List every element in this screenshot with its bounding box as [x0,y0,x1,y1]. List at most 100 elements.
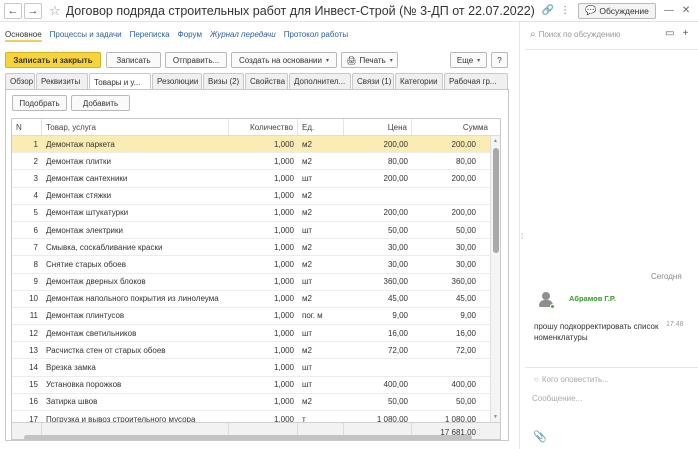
table-row[interactable]: 13 Расчистка стен от старых обоев 1,000 м2 7… [12,342,490,360]
cell-unit: м2 [302,294,312,304]
pick-button[interactable]: Подобрать [12,95,67,111]
cell-unit: шт [302,328,313,338]
save-and-close-button[interactable]: Записать и закрыть [5,52,101,68]
title-bar: ← → ☆ Договор подряда строительных работ… [0,0,698,22]
cell-n: 16 [29,397,38,407]
discussion-label: Обсуждение [599,5,649,16]
link-icon[interactable]: 🔗 [542,5,554,16]
cell-n: 10 [29,294,38,304]
tab-overview[interactable]: Обзор [5,73,35,89]
nav-processes[interactable]: Процессы и задачи [50,30,122,42]
cell-n: 5 [33,208,38,218]
tab-details[interactable]: Реквизиты [36,73,88,89]
video-call-icon[interactable]: ▭ [665,28,682,39]
table-row[interactable]: 2 Демонтаж плитки 1,000 м2 80,00 80,00 [12,153,490,171]
vertical-scrollbar[interactable]: ▲ ▼ [490,136,500,422]
message-author[interactable]: Абрамов Г.Р. [569,294,616,303]
table-row[interactable]: 14 Врезка замка 1,000 шт [12,359,490,377]
cell-price: 80,00 [387,156,408,166]
cell-sum: 360,00 [451,277,476,287]
table-row[interactable]: 10 Демонтаж напольного покрытия из линоле… [12,291,490,308]
splitter-grip-icon[interactable]: ⁞ [521,232,523,241]
scroll-down-icon[interactable]: ▼ [493,414,498,420]
column-header-unit[interactable]: Ед. [298,119,344,135]
tab-categories[interactable]: Категории [395,73,443,89]
nav-transfer-log[interactable]: Журнал передачи [210,30,276,42]
discussion-button[interactable]: 💬 Обсуждение [578,2,656,19]
print-button[interactable]: 🖨 Печать ▾ [341,52,398,68]
cell-unit: шт [302,173,313,183]
add-button[interactable]: Добавить [71,95,130,111]
favorite-star-icon[interactable]: ☆ [49,3,61,19]
tab-additional[interactable]: Дополнител... [289,73,351,89]
more-button[interactable]: Еще ▾ [450,52,487,68]
printer-icon: 🖨 [346,55,357,65]
table-row[interactable]: 3 Демонтаж сантехники 1,000 шт 200,00 200,00 [12,170,490,188]
tab-properties[interactable]: Свойства [245,73,288,89]
cell-unit: м2 [302,397,312,407]
cell-sum: 50,00 [455,397,476,407]
cell-sum: 80,00 [455,156,476,166]
cell-unit: шт [302,277,313,287]
message-input[interactable]: Сообщение... [532,394,582,403]
column-header-n[interactable]: N [12,119,42,135]
nav-main[interactable]: Основное [5,30,42,42]
table-toolbar: Подобрать Добавить [12,95,134,111]
notify-field[interactable]: ○ Кого оповестить... [534,375,609,384]
notify-placeholder: Кого оповестить... [541,375,609,384]
back-button[interactable]: ← [4,2,22,19]
create-based-on-button[interactable]: Создать на основании ▾ [231,52,337,68]
goods-services-panel: Подобрать Добавить N Товар, услуга Колич… [5,89,509,441]
table-row[interactable]: 4 Демонтаж стяжки 1,000 м2 [12,188,490,205]
tab-links[interactable]: Связи (1) [352,73,394,89]
cell-sum: 200,00 [451,139,476,149]
nav-work-protocol[interactable]: Протокол работы [284,30,348,42]
forward-button[interactable]: → [24,2,42,19]
avatar-head [542,292,550,300]
table-row[interactable]: 16 Затирка швов 1,000 м2 50,00 50,00 [12,394,490,411]
cell-sum: 30,00 [455,259,476,269]
column-header-qty[interactable]: Количество [229,119,298,135]
minimize-icon[interactable]: — [664,5,674,16]
table-row[interactable]: 7 Смывка, соскабливание краски 1,000 м2 30,0… [12,239,490,257]
cell-unit: м2 [302,139,312,149]
cell-name: Демонтаж сантехники [46,173,128,183]
tab-resolutions[interactable]: Резолюции [152,73,202,89]
more-label: Еще [456,55,474,65]
table-row[interactable]: 5 Демонтаж штукатурки 1,000 м2 200,00 200,00 [12,205,490,222]
cell-n: 11 [29,311,38,321]
save-button[interactable]: Записать [106,52,161,68]
scroll-up-icon[interactable]: ▲ [493,138,498,144]
table-row[interactable]: 1 Демонтаж паркета 1,000 м2 200,00 200,00 [12,136,490,154]
cell-qty: 1,000 [273,156,294,166]
cell-qty: 1,000 [273,328,294,338]
more-menu-icon[interactable]: ⋮ [560,5,570,16]
tab-visas[interactable]: Визы (2) [203,73,244,89]
table-row[interactable]: 8 Снятие старых обоев 1,000 м2 30,00 30,00 [12,256,490,274]
horizontal-scroll-thumb[interactable] [24,435,472,440]
table-row[interactable]: 15 Установка порожков 1,000 шт 400,00 400,00 [12,377,490,394]
table-row[interactable]: 9 Демонтаж дверных блоков 1,000 шт 360,00 360… [12,274,490,291]
add-icon[interactable]: + [682,28,696,39]
cell-qty: 1,000 [273,208,294,218]
help-button[interactable]: ? [491,52,508,68]
tab-goods-services[interactable]: Товары и у... [89,73,151,90]
close-icon[interactable]: ✕ [682,5,690,16]
column-header-sum[interactable]: Сумма [412,119,492,135]
nav-forum[interactable]: Форум [178,30,202,42]
cell-sum: 72,00 [455,345,476,355]
column-header-name[interactable]: Товар, услуга [42,119,229,135]
panel-splitter[interactable] [519,22,520,449]
column-header-price[interactable]: Цена [344,119,412,135]
cell-sum: 50,00 [455,225,476,235]
send-button[interactable]: Отправить... [165,52,227,68]
table-row[interactable]: 6 Демонтаж электрики 1,000 шт 50,00 50,00 [12,222,490,240]
attach-icon[interactable]: 📎 [533,430,547,443]
window-title: Договор подряда строительных работ для И… [65,3,536,18]
table-row[interactable]: 11 Демонтаж плинтусов 1,000 пог. м 9,00 9,00 [12,308,490,326]
scroll-thumb[interactable] [493,148,499,253]
nav-correspondence[interactable]: Переписка [130,30,170,42]
tab-working-group[interactable]: Рабочая гр... [444,73,508,89]
cell-qty: 1,000 [273,225,294,235]
table-row[interactable]: 12 Демонтаж светильников 1,000 шт 16,00 16,00 [12,325,490,343]
